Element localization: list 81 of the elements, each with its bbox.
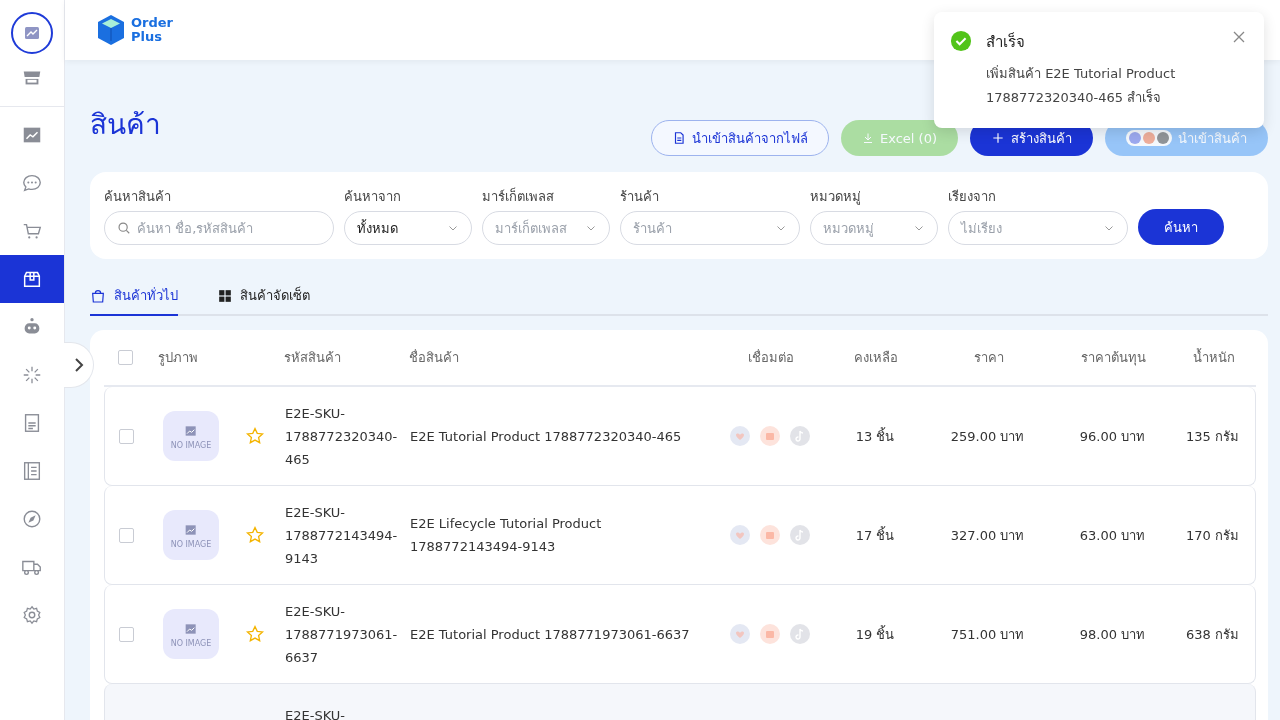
close-icon[interactable] bbox=[1232, 30, 1246, 44]
row-checkbox[interactable] bbox=[119, 527, 134, 543]
search-field[interactable]: ค้นหา ชื่อ,รหัสสินค้า bbox=[104, 211, 334, 245]
toast-title: สำเร็จ bbox=[986, 31, 1026, 53]
table-cell-text: 19 ชิ้น bbox=[854, 624, 896, 644]
plus-icon bbox=[991, 131, 1005, 145]
star-icon[interactable] bbox=[245, 624, 265, 644]
table-cell-text: E2E-SKU-1788772143494-9143 bbox=[285, 503, 399, 568]
dropdown[interactable]: ร้านค้า bbox=[620, 211, 800, 245]
dropdown[interactable]: ไม่เรียง bbox=[948, 211, 1128, 245]
row-checkbox[interactable] bbox=[119, 428, 134, 444]
column-header: ชื่อสินค้า bbox=[409, 348, 460, 367]
chevron-right-icon bbox=[73, 358, 84, 372]
check-circle-icon bbox=[950, 30, 972, 52]
table-cell-text: E2E Tutorial Product 1788771973061-6637 bbox=[410, 625, 691, 644]
field-label: ค้นหาสินค้า bbox=[104, 188, 172, 206]
table-cell-text: 63.00 บาท bbox=[1078, 526, 1147, 545]
chat-icon bbox=[21, 172, 43, 194]
logo-text: Order Plus bbox=[131, 16, 173, 44]
music-note-icon bbox=[790, 525, 810, 545]
avatar[interactable] bbox=[11, 12, 53, 54]
table-cell-text: 751.00 บาท bbox=[949, 625, 1026, 644]
select-all-checkbox[interactable] bbox=[118, 350, 133, 365]
column-header: รหัสสินค้า bbox=[284, 348, 342, 367]
table-cell-text: 638 กรัม bbox=[1185, 625, 1240, 644]
column-header: ราคาต้นทุน bbox=[1080, 348, 1147, 368]
image-caption: NO IMAGE bbox=[170, 539, 212, 549]
notebook-icon bbox=[21, 460, 43, 482]
expand-sidebar-button[interactable] bbox=[64, 342, 94, 388]
star-icon[interactable] bbox=[245, 525, 265, 545]
marketplace-icons bbox=[1126, 130, 1172, 146]
row-checkbox[interactable] bbox=[119, 626, 134, 642]
column-header: เชื่อมต่อ bbox=[747, 348, 795, 367]
table-cell-text: 96.00 บาท bbox=[1078, 427, 1147, 446]
field-label: ร้านค้า bbox=[620, 188, 660, 206]
page-title: สินค้า bbox=[90, 107, 161, 143]
action-button[interactable]: นำเข้าสินค้าจากไฟล์ bbox=[651, 120, 829, 156]
tab[interactable]: สินค้าทั่วไป bbox=[90, 281, 178, 316]
toast-message: เพิ่มสินค้า E2E Tutorial Product 1788772320340-465 สำเร็จ bbox=[986, 64, 1177, 107]
table-cell-text: 170 กรัม bbox=[1185, 526, 1240, 545]
marketplace-icon bbox=[730, 426, 750, 446]
table-cell-text: E2E Lifecycle Tutorial Product 1788772143494-9143 bbox=[410, 515, 603, 556]
document-icon bbox=[672, 131, 686, 145]
table-cell-text: 259.00 บาท bbox=[949, 427, 1026, 446]
marketplace-icon bbox=[730, 525, 750, 545]
cube-logo-icon bbox=[97, 14, 125, 46]
column-header: ราคา bbox=[972, 348, 1005, 367]
table-cell-text: 17 ชิ้น bbox=[854, 525, 896, 545]
table-cell-text: E2E-SKU-1788772320340-465 bbox=[285, 404, 399, 469]
tab[interactable]: สินค้าจัดเซ็ต bbox=[218, 281, 310, 316]
table-cell-text: 327.00 บาท bbox=[949, 526, 1026, 545]
table-cell-text: E2E-SKU-1788771973061-6637 bbox=[285, 602, 399, 667]
table-cell-text: 13 ชิ้น bbox=[854, 426, 896, 446]
download-icon bbox=[862, 132, 874, 144]
field-label: ค้นหาจาก bbox=[344, 188, 402, 206]
star-icon[interactable] bbox=[245, 426, 265, 446]
settings-icon bbox=[21, 604, 43, 626]
sparkle-icon bbox=[21, 364, 43, 386]
music-note-icon bbox=[790, 426, 810, 446]
table-cell-text: 98.00 บาท bbox=[1078, 625, 1147, 644]
dropdown[interactable]: หมวดหมู่ bbox=[810, 211, 938, 245]
compass-icon bbox=[21, 508, 43, 530]
music-note-icon bbox=[790, 624, 810, 644]
field-label: มาร์เก็ตเพลส bbox=[482, 186, 555, 206]
field-label: เรียงจาก bbox=[948, 188, 997, 206]
table-cell-text: E2E Tutorial Product 1788772320340-465 bbox=[410, 427, 683, 446]
dropdown[interactable]: มาร์เก็ตเพลส bbox=[482, 211, 610, 245]
grid-icon bbox=[218, 288, 232, 303]
search-button[interactable]: ค้นหา bbox=[1138, 209, 1224, 245]
dropdown[interactable]: ทั้งหมด bbox=[344, 211, 472, 245]
field-label: หมวดหมู่ bbox=[810, 188, 862, 207]
table-cell-text: 135 กรัม bbox=[1185, 427, 1240, 446]
column-header: คงเหลือ bbox=[853, 348, 899, 367]
search-icon bbox=[117, 221, 131, 235]
column-header: รูปภาพ bbox=[157, 348, 199, 368]
image-caption: NO IMAGE bbox=[170, 638, 212, 648]
table-cell-text: E2E-SKU- bbox=[285, 707, 347, 720]
column-header: น้ำหนัก bbox=[1191, 347, 1236, 367]
marketplace-icon bbox=[730, 624, 750, 644]
sidebar-item[interactable] bbox=[0, 255, 64, 303]
image-caption: NO IMAGE bbox=[170, 440, 212, 450]
